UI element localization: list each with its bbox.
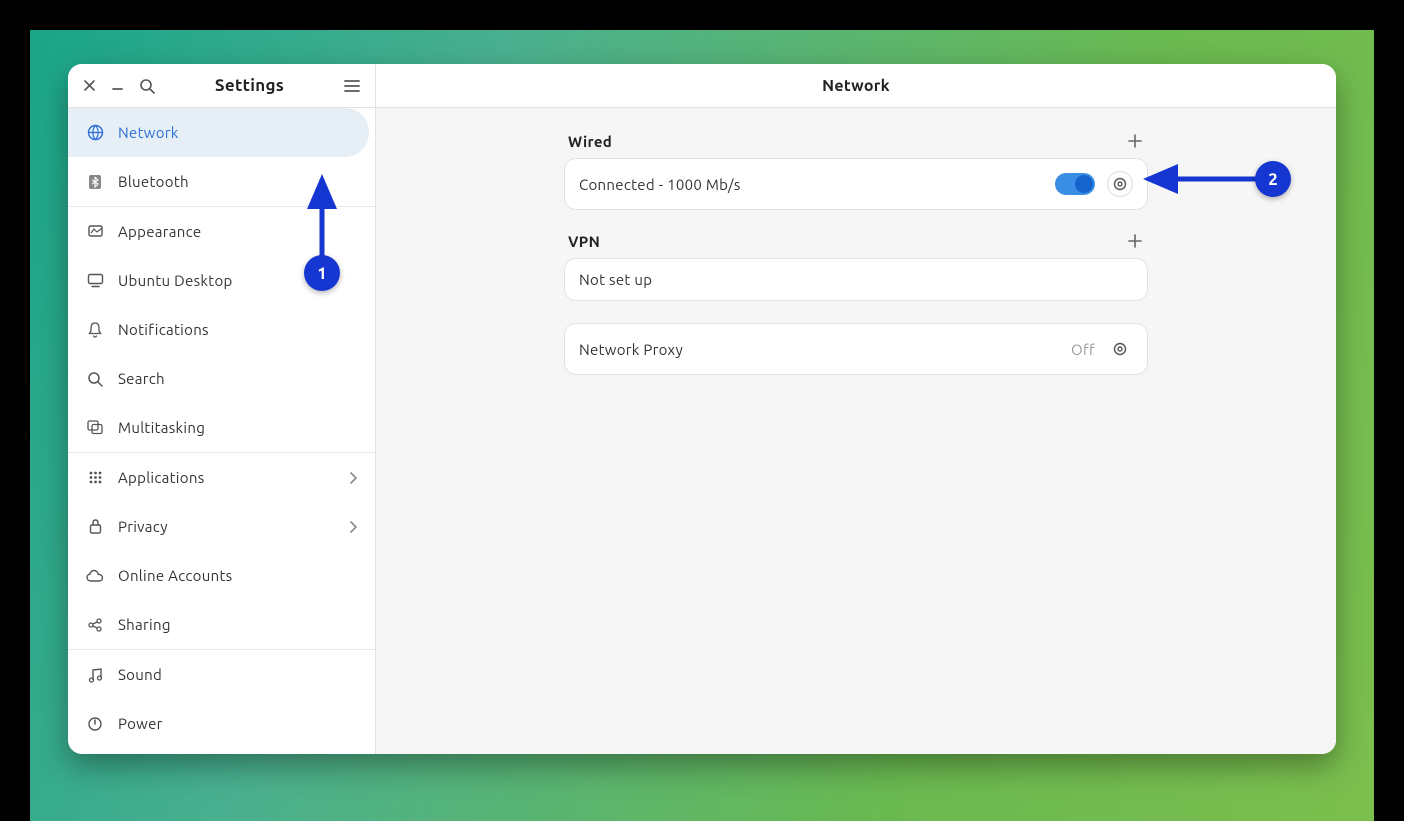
main-panel: Network Wired Connected - 1000 Mb/s [376, 64, 1336, 754]
main-title: Network [376, 64, 1336, 108]
share-icon [86, 616, 104, 634]
sidebar-item-search[interactable]: Search [68, 354, 375, 403]
sidebar-item-label: Notifications [118, 321, 357, 338]
sidebar-item-label: Network [118, 124, 351, 141]
sidebar-item-online-accounts[interactable]: Online Accounts [68, 551, 375, 600]
sidebar-item-multitasking[interactable]: Multitasking [68, 403, 375, 452]
sidebar-list: Network Bluetooth Appearance [68, 108, 375, 754]
sidebar-item-network[interactable]: Network [68, 108, 369, 157]
add-wired-button[interactable] [1126, 132, 1144, 150]
proxy-settings-button[interactable] [1107, 336, 1133, 362]
gear-icon [1112, 176, 1128, 192]
sidebar-item-label: Sharing [118, 616, 357, 633]
globe-icon [86, 124, 104, 142]
wired-status: Connected - 1000 Mb/s [579, 176, 1043, 193]
wired-connection-row: Connected - 1000 Mb/s [564, 158, 1148, 210]
desktop-icon [86, 272, 104, 290]
sidebar-item-power[interactable]: Power [68, 699, 375, 748]
lock-icon [86, 518, 104, 536]
proxy-title: Network Proxy [579, 341, 1059, 358]
sidebar-item-label: Search [118, 370, 357, 387]
power-icon [86, 715, 104, 733]
sidebar-header: Settings [68, 64, 375, 108]
chevron-right-icon [349, 521, 357, 533]
close-icon[interactable] [82, 79, 96, 93]
sidebar-item-privacy[interactable]: Privacy [68, 502, 375, 551]
vpn-section: VPN Not set up [564, 232, 1148, 301]
sidebar-item-label: Sound [118, 666, 357, 683]
wired-toggle[interactable] [1055, 173, 1095, 195]
add-vpn-button[interactable] [1126, 232, 1144, 250]
sidebar-item-appearance[interactable]: Appearance [68, 207, 375, 256]
sidebar-item-sound[interactable]: Sound [68, 650, 375, 699]
wired-section: Wired Connected - 1000 Mb/s [564, 132, 1148, 210]
sidebar-item-label: Online Accounts [118, 567, 357, 584]
desktop-background: Settings Network Bluetooth [30, 30, 1374, 821]
gear-icon [1112, 341, 1128, 357]
sidebar-item-sharing[interactable]: Sharing [68, 600, 375, 649]
proxy-row[interactable]: Network Proxy Off [564, 323, 1148, 375]
vpn-row: Not set up [564, 258, 1148, 301]
proxy-section: Network Proxy Off [564, 323, 1148, 375]
hamburger-icon[interactable] [343, 77, 361, 95]
sidebar-title: Settings [170, 76, 329, 95]
settings-window: Settings Network Bluetooth [68, 64, 1336, 754]
bluetooth-icon [86, 173, 104, 191]
vpn-status: Not set up [579, 271, 1133, 288]
sidebar-item-label: Privacy [118, 518, 335, 535]
wired-settings-button[interactable] [1107, 171, 1133, 197]
annotation-callout-2: 2 [1255, 161, 1291, 197]
main-body: Wired Connected - 1000 Mb/s [376, 108, 1336, 754]
sidebar-item-notifications[interactable]: Notifications [68, 305, 375, 354]
bell-icon [86, 321, 104, 339]
sidebar-item-bluetooth[interactable]: Bluetooth [68, 157, 375, 206]
sidebar-item-label: Power [118, 715, 357, 732]
sidebar-item-label: Multitasking [118, 419, 357, 436]
multitasking-icon [86, 419, 104, 437]
search-icon [86, 370, 104, 388]
appearance-icon [86, 223, 104, 241]
sidebar-item-label: Appearance [118, 223, 357, 240]
annotation-callout-1: 1 [304, 255, 340, 291]
sidebar: Settings Network Bluetooth [68, 64, 376, 754]
sidebar-item-label: Applications [118, 469, 335, 486]
search-icon[interactable] [138, 77, 156, 95]
proxy-status: Off [1071, 341, 1095, 358]
wired-title: Wired [568, 133, 612, 150]
sidebar-item-applications[interactable]: Applications [68, 453, 375, 502]
chevron-right-icon [349, 472, 357, 484]
cloud-icon [86, 567, 104, 585]
minimize-icon[interactable] [110, 79, 124, 93]
sidebar-item-label: Bluetooth [118, 173, 357, 190]
grid-icon [86, 469, 104, 487]
music-icon [86, 666, 104, 684]
vpn-title: VPN [568, 233, 600, 250]
